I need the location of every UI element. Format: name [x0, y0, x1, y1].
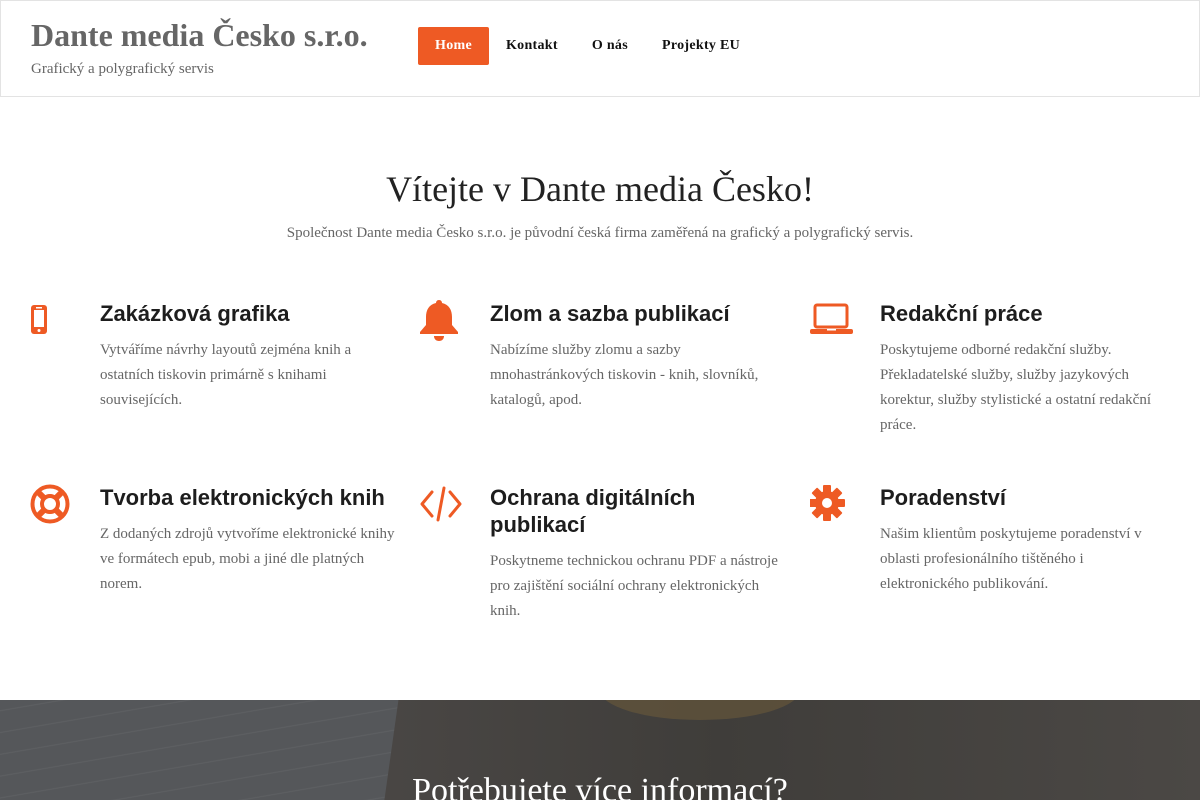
site-header: Dante media Česko s.r.o. Grafický a poly… — [0, 0, 1200, 97]
feature-text: Vytváříme návrhy layoutů zejména knih a … — [100, 342, 352, 408]
brand-title[interactable]: Dante media Česko s.r.o. — [31, 17, 368, 54]
nav-item-o-nas[interactable]: O nás — [575, 27, 645, 65]
feature-title: Zakázková grafika — [100, 301, 290, 326]
laptop-icon — [810, 300, 854, 344]
feature-title: Zlom a sazba publikací — [490, 301, 730, 326]
nav-item-home[interactable]: Home — [418, 27, 489, 65]
nav-item-kontakt[interactable]: Kontakt — [489, 27, 575, 65]
mobile-icon — [30, 300, 74, 344]
hero-subtitle: Společnost Dante media Česko s.r.o. je p… — [286, 225, 914, 241]
feature-text: Poskytujeme odborné redakční služby. Pře… — [880, 342, 1151, 433]
feature-text: Z dodaných zdrojů vytvoříme elektronické… — [100, 526, 395, 592]
brand-tagline: Grafický a polygrafický servis — [31, 61, 214, 77]
feature-title: Ochrana digitálních publikací — [490, 485, 696, 537]
feature-title: Redakční práce — [880, 301, 1043, 326]
banner-title: Potřebujete více informací? — [412, 772, 788, 800]
hero-title: Vítejte v Dante media Česko! — [386, 169, 814, 209]
code-icon — [420, 484, 464, 528]
feature-text: Poskytneme technickou ochranu PDF a nást… — [490, 553, 778, 619]
main-nav: Home Kontakt O nás Projekty EU — [418, 27, 757, 65]
feature-title: Tvorba elektronických knih — [100, 485, 385, 510]
feature-text: Našim klientům poskytujeme poradenství v… — [880, 526, 1142, 592]
cta-banner: Potřebujete více informací? — [0, 700, 1200, 800]
bell-icon — [420, 300, 464, 344]
gear-icon — [810, 484, 854, 528]
feature-title: Poradenství — [880, 485, 1006, 510]
nav-item-projekty-eu[interactable]: Projekty EU — [645, 27, 757, 65]
banner-background-cup — [600, 700, 800, 720]
feature-text: Nabízíme služby zlomu a sazby mnohastrán… — [490, 342, 759, 408]
lifebuoy-icon — [30, 484, 74, 528]
